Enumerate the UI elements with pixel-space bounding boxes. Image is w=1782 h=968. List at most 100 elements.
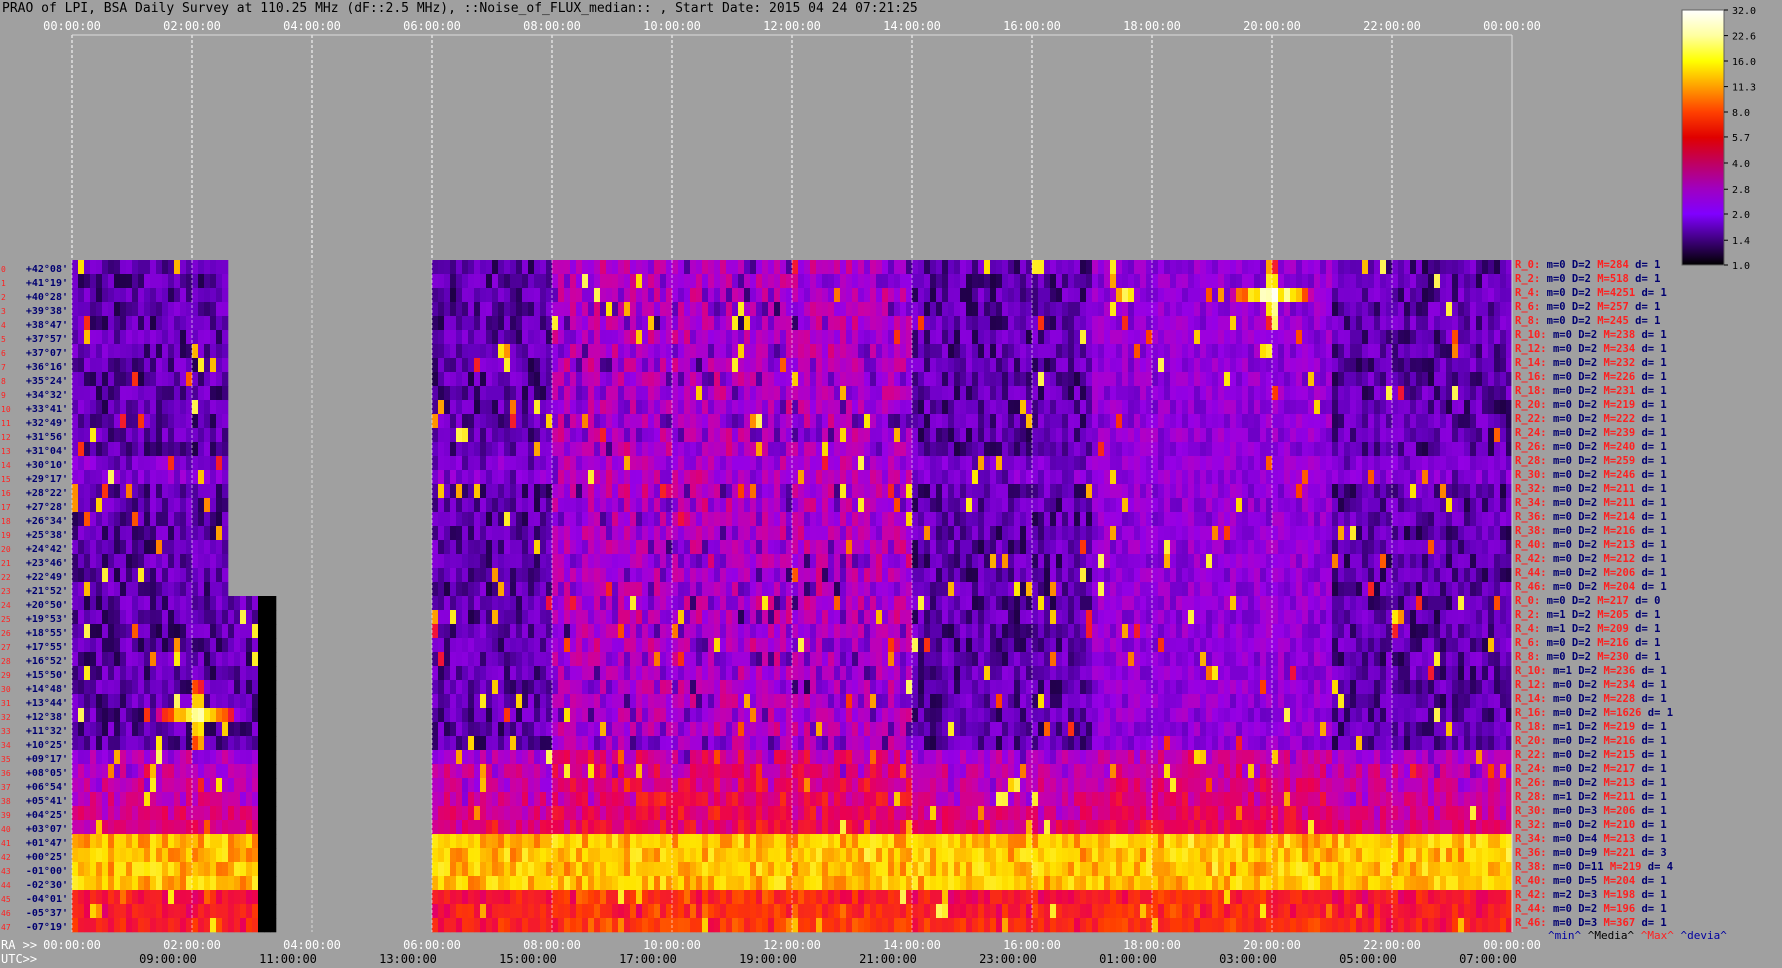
heatmap-cell [1020, 358, 1027, 373]
heatmap-cell [1284, 470, 1291, 485]
heatmap-cell [684, 512, 691, 527]
heatmap-cell [1338, 498, 1345, 513]
heatmap-cell [702, 260, 709, 275]
heatmap-cell [1296, 288, 1303, 303]
heatmap-cell [1452, 526, 1459, 541]
heatmap-cell [732, 540, 739, 555]
heatmap-cell [1350, 274, 1357, 289]
heatmap-cell [1002, 470, 1009, 485]
heatmap-cell [990, 484, 997, 499]
heatmap-cell [1398, 484, 1405, 499]
heatmap-cell [1200, 372, 1207, 387]
heatmap-cell [1152, 568, 1159, 583]
heatmap-cell [1362, 302, 1369, 317]
heatmap-cell [1206, 274, 1213, 289]
heatmap-cell [960, 372, 967, 387]
heatmap-cell [1212, 498, 1219, 513]
heatmap-cell [1200, 344, 1207, 359]
heatmap-cell [1494, 288, 1501, 303]
heatmap-cell [876, 260, 883, 275]
heatmap-cell [1200, 582, 1207, 597]
heatmap-cell [894, 470, 901, 485]
heatmap-cell [1464, 428, 1471, 443]
heatmap-cell [474, 274, 481, 289]
heatmap-cell [486, 470, 493, 485]
heatmap-cell [1044, 568, 1051, 583]
heatmap-cell [1494, 302, 1501, 317]
heatmap-cell [654, 414, 661, 429]
heatmap-cell [594, 484, 601, 499]
heatmap-cell [468, 316, 475, 331]
heatmap-cell [102, 302, 109, 317]
heatmap-cell [612, 344, 619, 359]
heatmap-cell [156, 582, 163, 597]
heatmap-cell [756, 414, 763, 429]
heatmap-cell [690, 288, 697, 303]
heatmap-cell [840, 512, 847, 527]
heatmap-cell [1428, 400, 1435, 415]
heatmap-cell [1164, 554, 1171, 569]
heatmap-cell [750, 288, 757, 303]
heatmap-cell [168, 414, 175, 429]
heatmap-cell [1032, 316, 1039, 331]
heatmap-cell [888, 456, 895, 471]
heatmap-cell [672, 568, 679, 583]
heatmap-cell [660, 498, 667, 513]
heatmap-cell [678, 470, 685, 485]
heatmap-cell [696, 330, 703, 345]
heatmap-cell [108, 484, 115, 499]
heatmap-cell [1380, 414, 1387, 429]
heatmap-cell [954, 344, 961, 359]
heatmap-cell [1110, 470, 1117, 485]
heatmap-cell [1254, 400, 1261, 415]
heatmap-cell [654, 274, 661, 289]
heatmap-cell [1278, 428, 1285, 443]
heatmap-cell [1038, 582, 1045, 597]
heatmap-cell [84, 568, 91, 583]
heatmap-cell [606, 400, 613, 415]
heatmap-cell [1356, 330, 1363, 345]
heatmap-cell [570, 470, 577, 485]
heatmap-cell [966, 456, 973, 471]
heatmap-cell [1236, 568, 1243, 583]
heatmap-cell [126, 442, 133, 457]
heatmap-cell [1374, 274, 1381, 289]
heatmap-cell [888, 316, 895, 331]
heatmap-cell [462, 568, 469, 583]
heatmap-cell [600, 442, 607, 457]
heatmap-cell [1266, 554, 1273, 569]
heatmap-cell [1224, 442, 1231, 457]
heatmap-cell [1074, 274, 1081, 289]
heatmap-cell [78, 358, 85, 373]
heatmap-cell [1038, 274, 1045, 289]
heatmap-cell [774, 512, 781, 527]
heatmap-cell [792, 414, 799, 429]
heatmap-cell [1050, 540, 1057, 555]
heatmap-cell [102, 498, 109, 513]
heatmap-cell [1092, 316, 1099, 331]
heatmap-cell [726, 512, 733, 527]
heatmap-cell [522, 414, 529, 429]
heatmap-cell [486, 428, 493, 443]
heatmap-cell [930, 260, 937, 275]
heatmap-cell [1092, 456, 1099, 471]
heatmap-cell [1080, 442, 1087, 457]
heatmap-cell [1062, 498, 1069, 513]
heatmap-cell [1476, 260, 1483, 275]
heatmap-cell [1188, 358, 1195, 373]
heatmap-cell [1254, 274, 1261, 289]
heatmap-cell [966, 442, 973, 457]
heatmap-cell [882, 428, 889, 443]
heatmap-cell [1350, 484, 1357, 499]
heatmap-cell [216, 330, 223, 345]
heatmap-cell [1488, 582, 1495, 597]
heatmap-cell [1506, 358, 1513, 373]
heatmap-cell [750, 484, 757, 499]
heatmap-cell [792, 470, 799, 485]
heatmap-cell [1332, 526, 1339, 541]
heatmap-cell [540, 372, 547, 387]
heatmap-cell [960, 358, 967, 373]
heatmap-cell [180, 484, 187, 499]
heatmap-cell [780, 498, 787, 513]
heatmap-cell [144, 372, 151, 387]
